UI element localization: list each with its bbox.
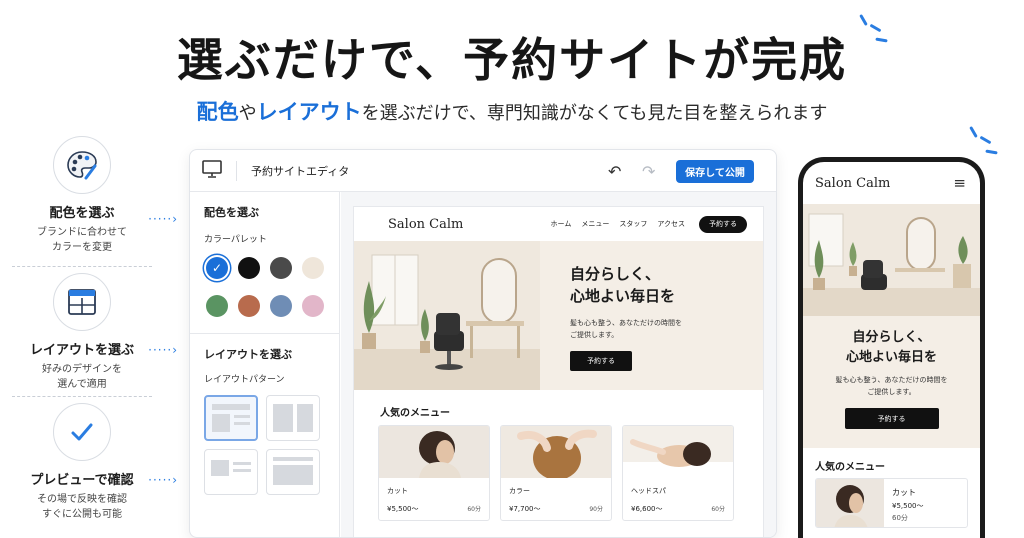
feature-desc: 好みのデザインを 選んで適用 (42, 364, 122, 390)
phone-hero-heading: 自分らしく、 心地よい毎日を (845, 330, 937, 365)
layout-option-3[interactable] (204, 449, 258, 495)
arrow-right-icon: ·····› (148, 343, 178, 357)
toolbar-divider (236, 160, 237, 181)
site-logo: Salon Calm (388, 216, 464, 232)
salon-interior-image (354, 241, 540, 390)
layout-option-2[interactable] (266, 395, 320, 441)
hero-subtitle: 配色やレイアウトを選ぶだけで、専門知識がなくても見た目を整えられます (196, 100, 828, 124)
color-swatch-terracotta[interactable] (238, 295, 260, 317)
palette-label: カラーパレット (204, 235, 267, 245)
editor-title: 予約サイトエディタ (251, 164, 350, 178)
hero-heading: 自分らしく、 心地よい毎日を (570, 265, 676, 305)
color-swatch-pink[interactable] (302, 295, 324, 317)
feature-desc: ブランドに合わせて カラーを変更 (37, 227, 127, 253)
phone-hero: 自分らしく、 心地よい毎日を 髪も心も整う、あなただけの時間を ご提供します。 予約… (803, 316, 980, 448)
nav-staff[interactable]: スタッフ (619, 219, 647, 229)
hero-text: 髪も心も整う、あなただけの時間を ご提供します。 (570, 319, 682, 339)
nav-menu[interactable]: メニュー (581, 219, 609, 229)
redo-icon[interactable]: ↷ (642, 162, 655, 181)
layout-option-4[interactable] (266, 449, 320, 495)
nav-reserve-button[interactable]: 予約する (699, 215, 747, 233)
spark-decoration (858, 12, 898, 52)
menu-name: カット (387, 487, 408, 495)
hero-reserve-button[interactable]: 予約する (570, 351, 632, 371)
feature-color: 配色を選ぶ ブランドに合わせて カラーを変更 ·····› (12, 136, 177, 266)
menu-price: ¥5,500〜 (387, 505, 419, 513)
nav-home[interactable]: ホーム (551, 219, 572, 229)
site-hero: 自分らしく、 心地よい毎日を 髪も心も整う、あなただけの時間を ご提供します。 予約… (354, 241, 763, 390)
feature-layout: レイアウトを選ぶ 好みのデザインを 選んで適用 ·····› (12, 266, 177, 396)
menu-duration: 90分 (589, 506, 603, 513)
layout-options (204, 395, 325, 495)
subtitle-accent-layout: レイアウト (256, 100, 362, 124)
menu-duration: 60分 (467, 506, 481, 513)
menu-name: カラー (509, 487, 530, 495)
color-swatch-beige[interactable] (302, 257, 324, 279)
phone-menu-title: 人気のメニュー (815, 462, 885, 473)
arrow-right-icon: ·····› (148, 473, 178, 487)
menu-duration: 60分 (711, 506, 725, 513)
color-heading: 配色を選ぶ (204, 206, 259, 219)
layout-icon (53, 273, 111, 331)
phone-reserve-button[interactable]: 予約する (844, 408, 939, 429)
layout-heading: レイアウトを選ぶ (204, 348, 292, 361)
head-spa-image (623, 426, 733, 478)
phone-salon-image (803, 204, 980, 316)
menu-price: ¥5,500〜 (892, 502, 924, 510)
color-swatch-slate[interactable] (270, 295, 292, 317)
feature-title: レイアウトを選ぶ (29, 343, 134, 358)
color-swatch-green[interactable] (206, 295, 228, 317)
menu-section-title: 人気のメニュー (380, 408, 450, 419)
site-nav-links: ホーム メニュー スタッフ アクセス 予約する (551, 215, 747, 233)
panel-divider (190, 333, 339, 334)
phone-site-logo: Salon Calm (815, 175, 891, 191)
menu-card-cut[interactable]: カット ¥5,500〜 60分 (378, 425, 490, 521)
color-swatch-black[interactable] (238, 257, 260, 279)
hero-copy: 自分らしく、 心地よい毎日を 髪も心も整う、あなただけの時間を ご提供します。 予約… (570, 263, 682, 371)
color-swatch-gray[interactable] (270, 257, 292, 279)
feature-list: 配色を選ぶ ブランドに合わせて カラーを変更 ·····› レイアウトを選ぶ 好み… (12, 130, 177, 526)
phone-preview: Salon Calm ≡ 自分らしく、 心地よい毎日を 髪も心も整う、あなただけの… (798, 157, 985, 538)
hair-color-image (501, 426, 611, 480)
palette-icon (53, 136, 111, 194)
menu-duration: 60分 (892, 514, 908, 522)
checkmark-icon: ✓ (211, 261, 223, 275)
check-icon (53, 403, 111, 461)
feature-desc: その場で反映を確認 すぐに公開も可能 (37, 494, 127, 520)
layout-option-1[interactable] (204, 395, 258, 441)
hamburger-menu-icon[interactable]: ≡ (953, 174, 966, 192)
haircut-image (379, 426, 489, 478)
menu-card-headspa[interactable]: ヘッドスパ ¥6,600〜 60分 (622, 425, 734, 521)
nav-access[interactable]: アクセス (657, 219, 685, 229)
editor-window: 予約サイトエディタ ↶ ↷ 保存して公開 配色を選ぶ カラーパレット ✓ レイア… (189, 149, 777, 538)
feature-title: プレビューで確認 (30, 473, 134, 488)
color-swatch-blue[interactable]: ✓ (206, 257, 228, 279)
phone-nav: Salon Calm ≡ (803, 162, 980, 204)
settings-panel: 配色を選ぶ カラーパレット ✓ レイアウトを選ぶ レイアウトパターン (190, 192, 340, 537)
layout-pattern-label: レイアウトパターン (204, 375, 285, 385)
undo-icon[interactable]: ↶ (608, 162, 621, 181)
site-preview: Salon Calm ホーム メニュー スタッフ アクセス 予約する 自分らしく… (353, 206, 764, 537)
menu-card-color[interactable]: カラー ¥7,700〜 90分 (500, 425, 612, 521)
phone-haircut-image (816, 479, 884, 527)
monitor-icon[interactable] (202, 159, 222, 182)
arrow-right-icon: ·····› (148, 212, 178, 226)
color-swatches: ✓ (206, 257, 325, 317)
spark-decoration (968, 122, 1008, 162)
menu-name: ヘッドスパ (631, 487, 666, 495)
menu-name: カット (892, 488, 916, 497)
menu-cards: カット ¥5,500〜 60分 カラー ¥7,700〜 90分 ヘッドスパ ¥6… (378, 425, 734, 521)
subtitle-accent-color: 配色 (196, 100, 239, 124)
menu-price: ¥7,700〜 (509, 505, 541, 513)
phone-menu-card[interactable]: カット ¥5,500〜 60分 (815, 478, 968, 528)
preview-area: Salon Calm ホーム メニュー スタッフ アクセス 予約する 自分らしく… (341, 192, 776, 537)
feature-preview: プレビューで確認 その場で反映を確認 すぐに公開も可能 ·····› (12, 396, 177, 526)
editor-toolbar: 予約サイトエディタ ↶ ↷ 保存して公開 (190, 150, 776, 192)
phone-hero-text: 髪も心も整う、あなただけの時間を ご提供します。 (835, 376, 948, 396)
menu-price: ¥6,600〜 (631, 505, 663, 513)
save-publish-button[interactable]: 保存して公開 (676, 160, 754, 183)
feature-title: 配色を選ぶ (49, 206, 115, 221)
site-nav: Salon Calm ホーム メニュー スタッフ アクセス 予約する (354, 207, 763, 241)
